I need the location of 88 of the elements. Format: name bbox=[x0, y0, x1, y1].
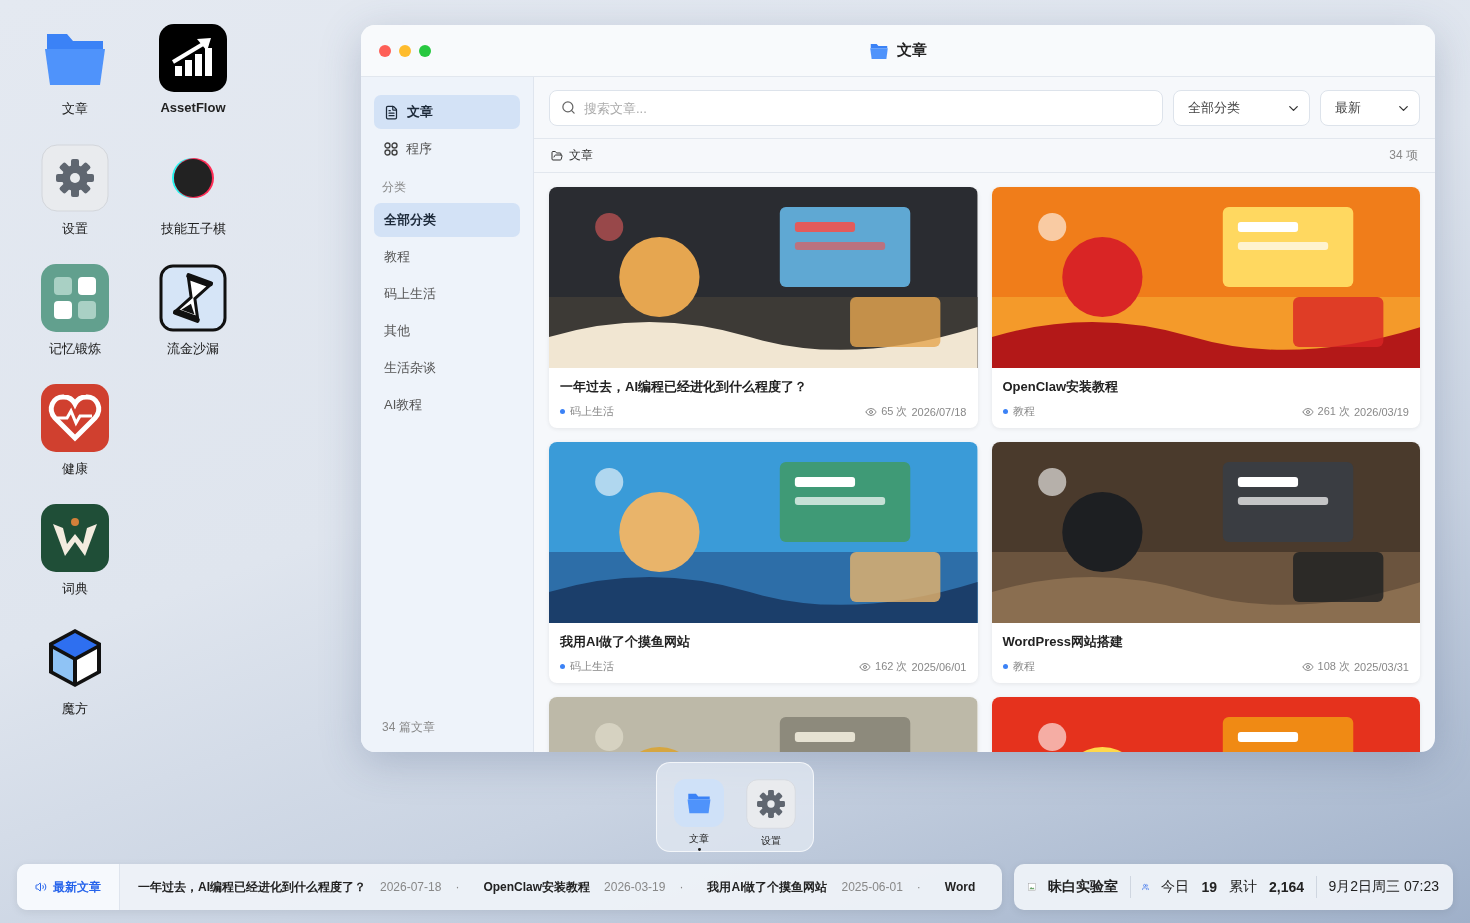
ticker-label: 最新文章 bbox=[53, 878, 101, 896]
separator: · bbox=[916, 880, 921, 894]
window-title: 文章 bbox=[897, 41, 927, 60]
search-field[interactable]: 搜索文章... bbox=[549, 90, 1163, 126]
view-count: 65 次 bbox=[881, 404, 908, 419]
separator: · bbox=[679, 880, 684, 894]
dropdown[interactable]: 全部分类 bbox=[1173, 90, 1310, 126]
post-date: 2025/06/01 bbox=[911, 660, 967, 673]
apps-icon bbox=[384, 142, 398, 156]
close-button[interactable] bbox=[379, 44, 391, 57]
site-name: 昧白实验室 bbox=[1047, 878, 1118, 896]
eye-icon bbox=[1301, 405, 1314, 418]
category-label: 码上生活 bbox=[570, 404, 614, 419]
category-item[interactable]: 其他 bbox=[374, 314, 520, 348]
category-item[interactable]: 码上生活 bbox=[374, 277, 520, 311]
ticker-link[interactable]: 一年过去，AI编程已经进化到什么程度了？ bbox=[138, 878, 366, 896]
article-card[interactable]: WordPress网站搭建 教程 108 次 2025/03/31 bbox=[991, 442, 1420, 683]
breadcrumb[interactable]: 文章 bbox=[569, 147, 593, 164]
post-date: 2025/03/31 bbox=[1353, 660, 1409, 673]
sidebar-item[interactable]: 文章 bbox=[374, 95, 520, 129]
article-card[interactable]: 一年过去，AI编程已经进化到什么程度了？ 码上生活 65 次 2026/07/18 bbox=[549, 187, 978, 428]
speaker-icon bbox=[35, 881, 47, 893]
ticker-link[interactable]: Word bbox=[944, 880, 976, 894]
eye-icon bbox=[1301, 660, 1314, 673]
category-dot bbox=[1002, 664, 1008, 669]
settings-icon bbox=[746, 779, 796, 829]
app-label[interactable]: 健康 bbox=[62, 460, 88, 478]
category-item[interactable]: 教程 bbox=[374, 240, 520, 274]
app-label[interactable]: 文章 bbox=[62, 100, 88, 118]
article-count: 34 篇文章 bbox=[381, 719, 436, 736]
ticker-link[interactable]: OpenClaw安装教程 bbox=[483, 878, 591, 896]
post-date: 2026/07/18 bbox=[911, 405, 967, 418]
category-label: 教程 bbox=[1012, 659, 1035, 674]
folder-icon bbox=[551, 149, 563, 162]
card-title: 我用AI做了个摸鱼网站 bbox=[559, 633, 691, 651]
dock-item[interactable] bbox=[674, 779, 724, 828]
total-label: 累计 bbox=[1229, 878, 1257, 896]
eye-icon bbox=[865, 405, 878, 418]
category-dot bbox=[560, 409, 565, 414]
app-label[interactable]: AssetFlow bbox=[160, 100, 226, 115]
app-label[interactable]: 记忆锻炼 bbox=[49, 340, 101, 358]
separator: · bbox=[455, 880, 460, 894]
card-title: 一年过去，AI编程已经进化到什么程度了？ bbox=[559, 378, 808, 396]
card-title: WordPress网站搭建 bbox=[1001, 633, 1124, 651]
minimize-button[interactable] bbox=[399, 44, 411, 57]
dropdown[interactable]: 最新 bbox=[1320, 90, 1420, 126]
article-card[interactable]: 我用AI做了个摸鱼网站 码上生活 162 次 2025/06/01 bbox=[549, 442, 978, 683]
ticker-date: 2026-03-19 bbox=[604, 880, 666, 894]
category-label: 教程 bbox=[1012, 404, 1035, 419]
today-count: 19 bbox=[1201, 879, 1217, 895]
category-label: 码上生活 bbox=[570, 659, 614, 674]
app-label[interactable]: 流金沙漏 bbox=[167, 340, 219, 358]
view-count: 261 次 bbox=[1317, 404, 1350, 419]
article-card[interactable]: OpenClaw安装教程 教程 261 次 2026/03/19 bbox=[991, 187, 1420, 428]
eye-icon bbox=[859, 660, 871, 673]
app-label[interactable]: 设置 bbox=[62, 220, 88, 238]
ticker-date: 2025-06-01 bbox=[841, 880, 903, 894]
section-label: 分类 bbox=[381, 179, 407, 196]
dock-label: 设置 bbox=[761, 834, 781, 848]
app-label[interactable]: 词典 bbox=[62, 580, 88, 598]
zoom-button[interactable] bbox=[419, 44, 431, 57]
ticker-date: 2026-07-18 bbox=[380, 880, 442, 894]
dock-item[interactable] bbox=[746, 779, 796, 829]
ticker-link[interactable]: 我用AI做了个摸鱼网站 bbox=[707, 878, 828, 896]
book-icon bbox=[41, 504, 109, 572]
sidebar-item[interactable]: 程序 bbox=[374, 132, 520, 166]
view-count: 108 次 bbox=[1317, 659, 1350, 674]
search-icon bbox=[561, 100, 576, 115]
category-dot bbox=[1002, 409, 1008, 414]
card-title: OpenClaw安装教程 bbox=[1001, 378, 1120, 396]
item-count: 34 项 bbox=[1389, 147, 1418, 164]
category-dot bbox=[560, 664, 565, 669]
chart-icon bbox=[159, 24, 227, 92]
category-item[interactable]: 生活杂谈 bbox=[374, 351, 520, 385]
category-item[interactable]: AI教程 bbox=[374, 388, 520, 422]
clock: 9月2日周三 07:23 bbox=[1328, 878, 1439, 896]
document-icon bbox=[384, 104, 399, 120]
settings-icon bbox=[41, 144, 109, 212]
grid-icon bbox=[41, 264, 109, 332]
view-count: 162 次 bbox=[875, 659, 908, 674]
dock-label: 文章 bbox=[689, 832, 709, 847]
post-date: 2026/03/19 bbox=[1353, 405, 1409, 418]
app-label[interactable]: 技能五子棋 bbox=[160, 220, 226, 238]
category-item[interactable]: 全部分类 bbox=[374, 203, 520, 237]
hourglass-icon bbox=[159, 264, 227, 332]
total-count: 2,164 bbox=[1269, 879, 1305, 895]
today-label: 今日 bbox=[1161, 878, 1190, 896]
app-label[interactable]: 魔方 bbox=[62, 700, 88, 718]
